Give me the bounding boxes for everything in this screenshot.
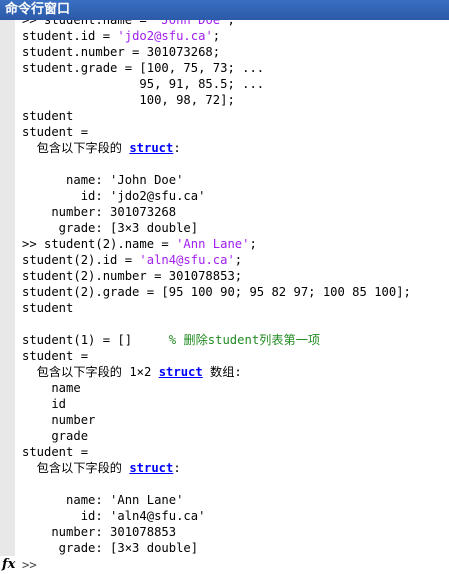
console-line: name bbox=[22, 380, 447, 396]
console-text: student bbox=[22, 301, 74, 315]
console-line: student = bbox=[22, 444, 447, 460]
console-text: id: 'aln4@sfu.ca' bbox=[22, 509, 206, 523]
command-window: 命令行窗口 >> student.name = 'John Doe'; stude… bbox=[0, 0, 449, 574]
console-line: number bbox=[22, 412, 447, 428]
console-line: student bbox=[22, 300, 447, 316]
console-line: student bbox=[22, 108, 447, 124]
struct-link[interactable]: struct bbox=[129, 461, 173, 475]
console-line: number: 301073268 bbox=[22, 204, 447, 220]
console-text: student.number = 301073268; bbox=[22, 45, 221, 59]
console-line: student.id = 'jdo2@sfu.ca'; bbox=[22, 28, 447, 44]
left-gutter bbox=[0, 20, 15, 574]
console-text: student.grade = [100, 75, 73; ... bbox=[22, 61, 265, 75]
console-line: >> student(2).name = 'Ann Lane'; bbox=[22, 236, 447, 252]
window-title: 命令行窗口 bbox=[0, 0, 449, 20]
console-text: 包含以下字段的 1×2 bbox=[22, 365, 159, 379]
console-text: 包含以下字段的 bbox=[22, 141, 130, 155]
console-line: student.grade = [100, 75, 73; ... bbox=[22, 60, 447, 76]
code-comment: % 删除student列表第一项 bbox=[168, 333, 321, 347]
string-literal: 'aln4@sfu.ca' bbox=[139, 253, 235, 267]
console-text: ; bbox=[234, 253, 243, 267]
console-text: 100, 98, 72]; bbox=[22, 93, 235, 107]
console-text: name: 'John Doe' bbox=[22, 173, 184, 187]
console-line: 100, 98, 72]; bbox=[22, 92, 447, 108]
console-text: grade: [3×3 double] bbox=[22, 541, 199, 555]
console-text: student = bbox=[22, 349, 89, 363]
console-text: student(2).number = 301078853; bbox=[22, 269, 243, 283]
command-prompt[interactable]: >> bbox=[22, 556, 37, 574]
console-line: student.number = 301073268; bbox=[22, 44, 447, 60]
command-prompt-bar[interactable]: fx >> bbox=[0, 556, 449, 574]
console-line: grade: [3×3 double] bbox=[22, 540, 447, 556]
console-text: student(2).id = bbox=[22, 253, 140, 267]
console-line: grade: [3×3 double] bbox=[22, 220, 447, 236]
console-text: ; bbox=[212, 29, 221, 43]
console-line: 包含以下字段的 struct: bbox=[22, 460, 447, 476]
console-line: id: 'jdo2@sfu.ca' bbox=[22, 188, 447, 204]
console-text: >> student(2).name = bbox=[22, 237, 177, 251]
function-browser-icon[interactable]: fx bbox=[2, 556, 15, 574]
console-line: 包含以下字段的 1×2 struct 数组: bbox=[22, 364, 447, 380]
console-text: number: 301078853 bbox=[22, 525, 177, 539]
console-line: id bbox=[22, 396, 447, 412]
console-text: 95, 91, 85.5; ... bbox=[22, 77, 265, 91]
console-line: 包含以下字段的 struct: bbox=[22, 140, 447, 156]
string-literal: 'Ann Lane' bbox=[176, 237, 250, 251]
console-text: number: 301073268 bbox=[22, 205, 177, 219]
struct-link[interactable]: struct bbox=[159, 365, 203, 379]
console-line: student(2).grade = [95 100 90; 95 82 97;… bbox=[22, 284, 447, 300]
console-line: name: 'Ann Lane' bbox=[22, 492, 447, 508]
console-text: number bbox=[22, 413, 96, 427]
console-line: student = bbox=[22, 124, 447, 140]
console-line: id: 'aln4@sfu.ca' bbox=[22, 508, 447, 524]
console-line: student(1) = [] % 删除student列表第一项 bbox=[22, 332, 447, 348]
console-text: ; bbox=[249, 237, 257, 251]
console-text: 数组: bbox=[202, 365, 242, 379]
console-line: student(2).number = 301078853; bbox=[22, 268, 447, 284]
console-line: student = bbox=[22, 348, 447, 364]
console-text: name bbox=[22, 381, 81, 395]
command-output[interactable]: >> student.name = 'John Doe'; student.id … bbox=[22, 12, 447, 560]
console-text: name: 'Ann Lane' bbox=[22, 493, 184, 507]
console-text: id: 'jdo2@sfu.ca' bbox=[22, 189, 206, 203]
console-text: : bbox=[173, 461, 181, 475]
console-text: grade: [3×3 double] bbox=[22, 221, 199, 235]
console-line: number: 301078853 bbox=[22, 524, 447, 540]
console-text: student.id = bbox=[22, 29, 118, 43]
console-text: student = bbox=[22, 445, 89, 459]
struct-link[interactable]: struct bbox=[129, 141, 173, 155]
string-literal: 'jdo2@sfu.ca' bbox=[117, 29, 213, 43]
console-text: student(2).grade = [95 100 90; 95 82 97;… bbox=[22, 285, 411, 299]
console-text: 包含以下字段的 bbox=[22, 461, 130, 475]
console-text: grade bbox=[22, 429, 89, 443]
console-line: name: 'John Doe' bbox=[22, 172, 447, 188]
console-text: student(1) = [] bbox=[22, 333, 169, 347]
console-text: : bbox=[173, 141, 181, 155]
console-text: student = bbox=[22, 125, 89, 139]
console-text: id bbox=[22, 397, 67, 411]
console-line: grade bbox=[22, 428, 447, 444]
console-text: student bbox=[22, 109, 74, 123]
console-line: student(2).id = 'aln4@sfu.ca'; bbox=[22, 252, 447, 268]
console-line: 95, 91, 85.5; ... bbox=[22, 76, 447, 92]
